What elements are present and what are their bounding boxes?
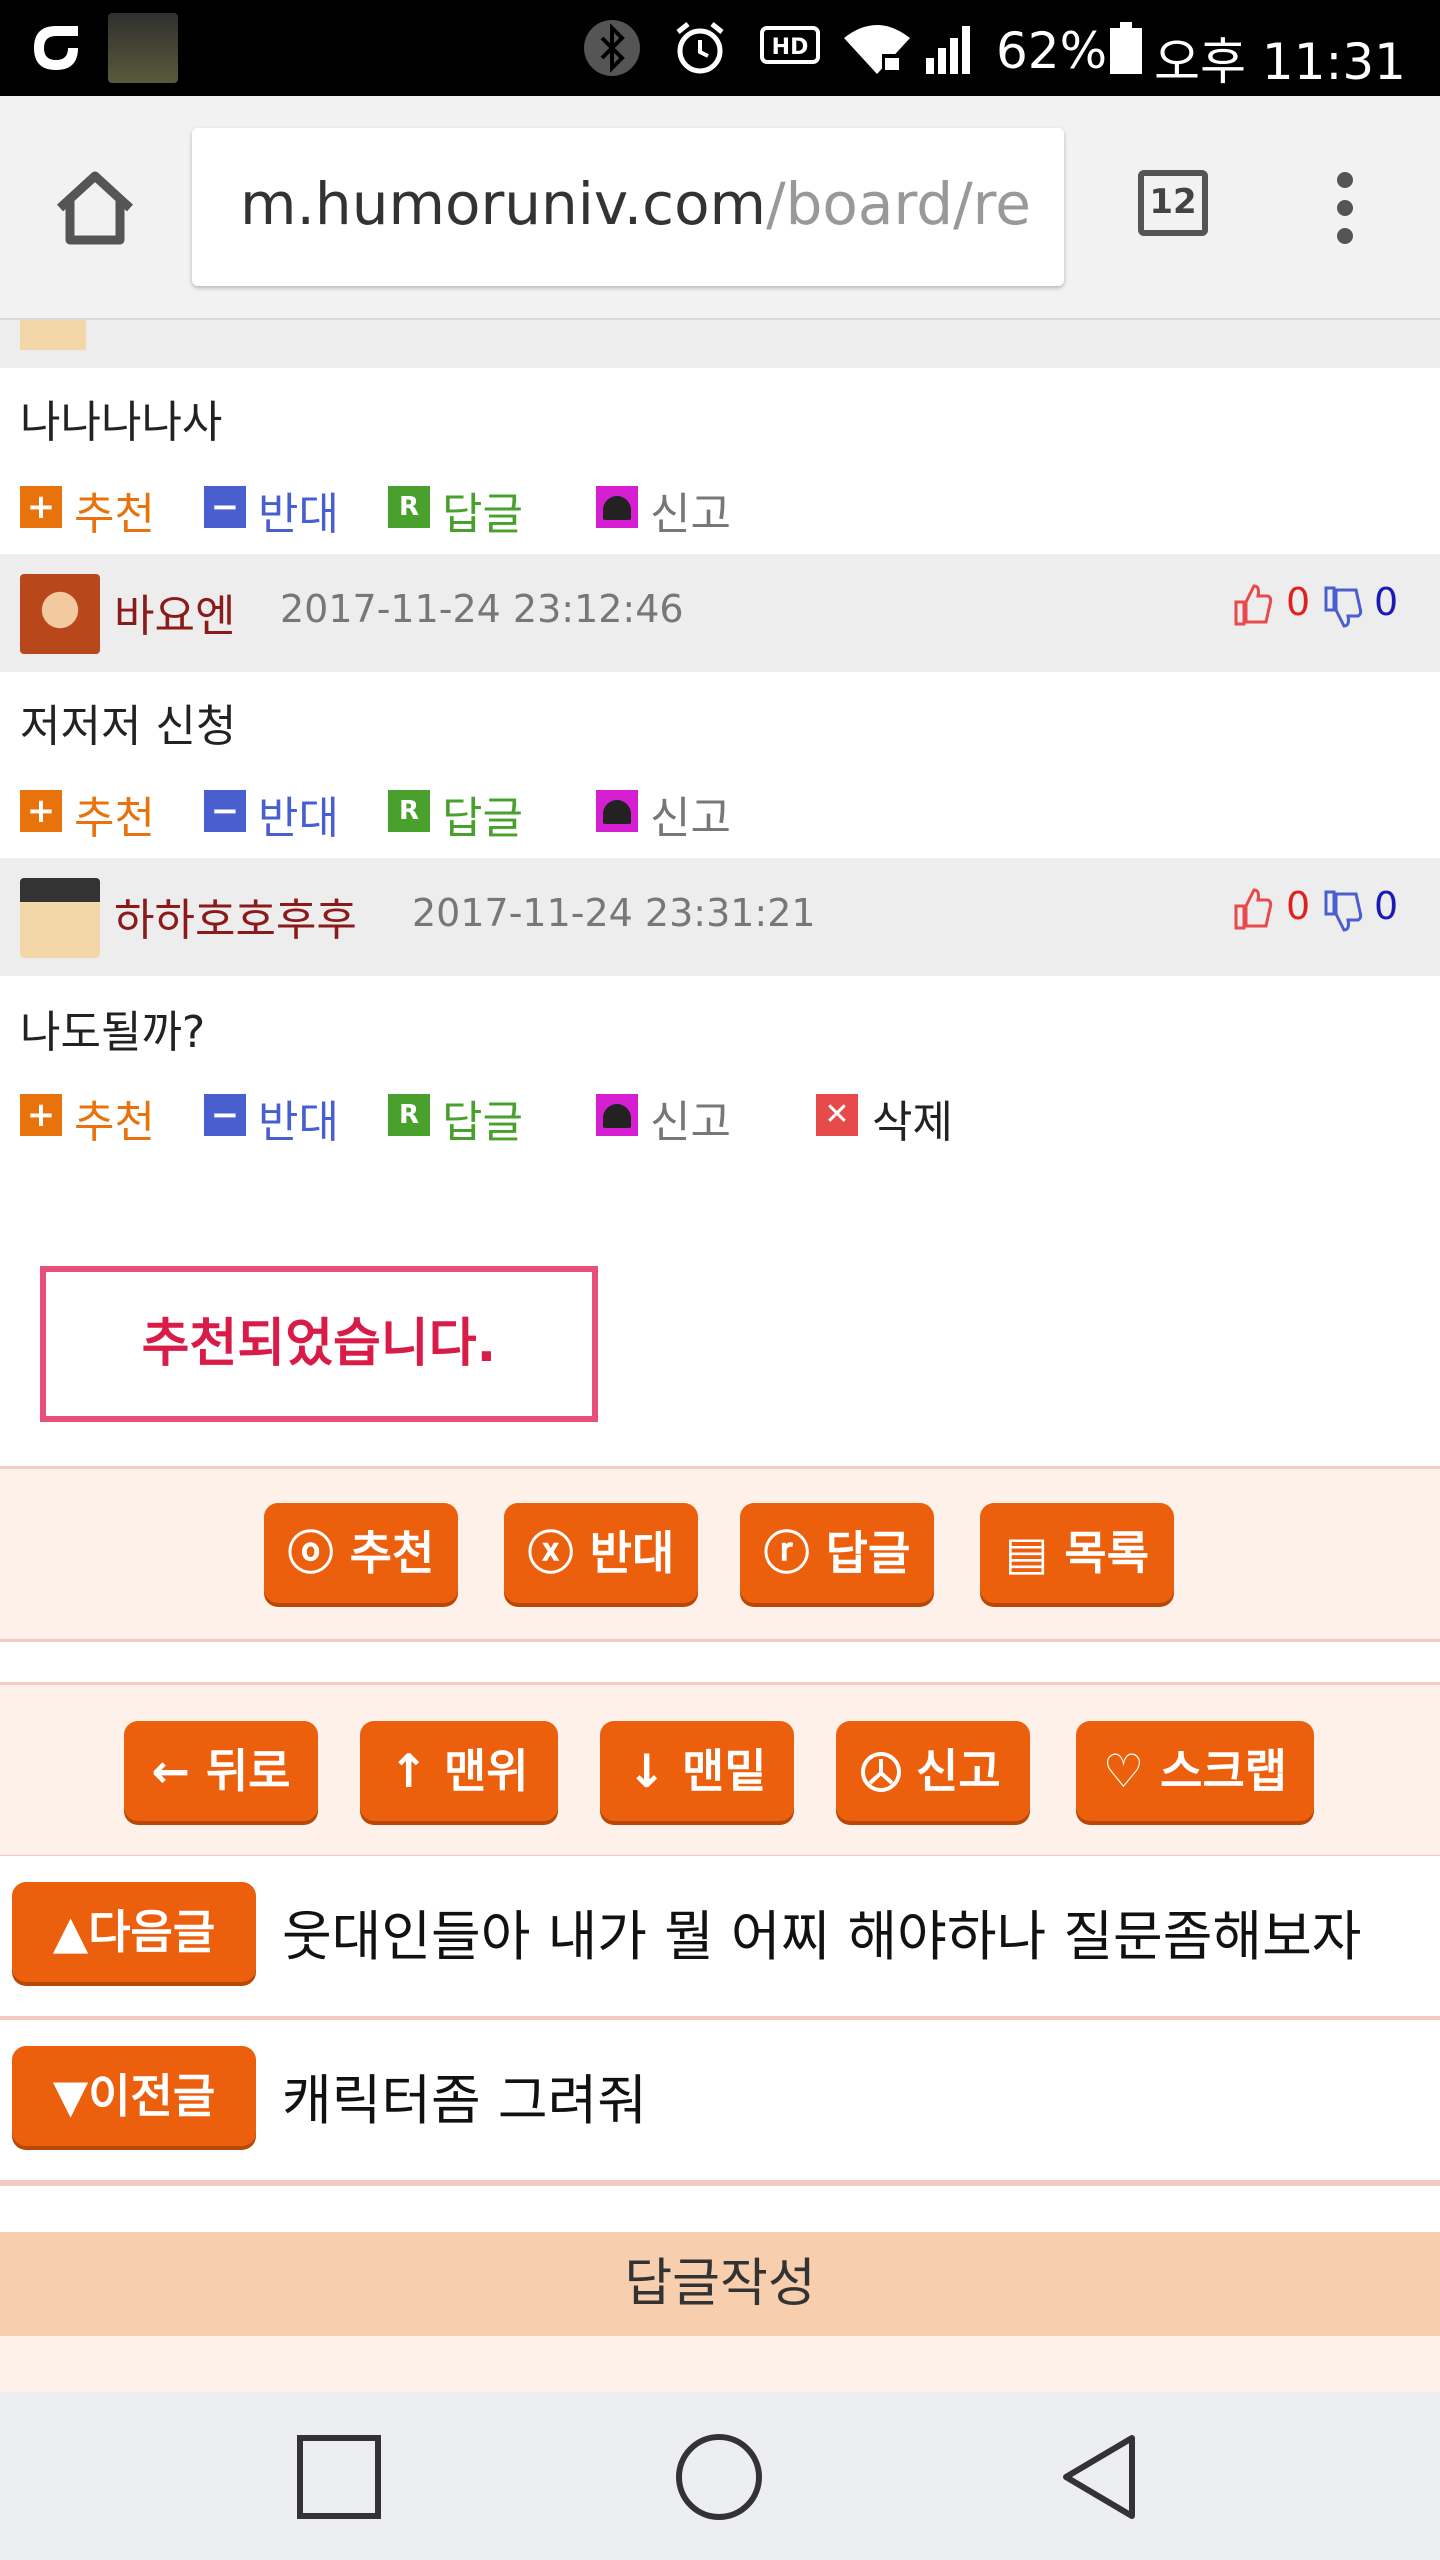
- next-post-row[interactable]: ▲다음글 웃대인들아 내가 뭘 어찌 해야하나 질문좀해보자: [0, 1856, 1440, 2020]
- scrap-button[interactable]: ♡ 스크랩: [1076, 1721, 1314, 1821]
- next-post-button[interactable]: ▲다음글: [12, 1882, 256, 1982]
- home-icon[interactable]: [52, 168, 138, 248]
- reply-write-header[interactable]: 답글작성: [0, 2232, 1440, 2336]
- bottom-button[interactable]: ↓ 맨밑: [600, 1721, 794, 1821]
- comment-actions: + 추천 − 반대 R 답글 신고: [0, 476, 1440, 540]
- thumbs-down-icon[interactable]: [1322, 890, 1364, 934]
- recommend-label: 추천: [74, 1097, 155, 1148]
- siren-icon: [596, 486, 638, 528]
- like-count: 0: [1286, 580, 1311, 624]
- top-button[interactable]: ↑ 맨위: [360, 1721, 558, 1821]
- bluetooth-icon: [584, 20, 640, 76]
- status-bar: HD 62% 오후 11:31: [0, 0, 1440, 96]
- comment-body: 나나나나사: [20, 397, 223, 448]
- plus-icon: +: [20, 486, 62, 528]
- next-post-title[interactable]: 웃대인들아 내가 뭘 어찌 해야하나 질문좀해보자: [282, 1892, 1361, 1971]
- report-circle-icon: [861, 1752, 901, 1792]
- recent-apps-icon[interactable]: [296, 2434, 382, 2520]
- comment-header: 하하호호후후 2017-11-24 23:31:21 0 0: [0, 858, 1440, 976]
- page-nav-bar: ← 뒤로 ↑ 맨위 ↓ 맨밑 신고 ♡ 스크랩: [0, 1682, 1440, 1858]
- thumbs-up-icon[interactable]: [1232, 582, 1274, 626]
- plus-icon: +: [20, 1094, 62, 1136]
- battery-icon: [1110, 22, 1142, 74]
- recommend-button[interactable]: ⓞ 추천: [264, 1503, 458, 1603]
- wifi-icon: [844, 25, 910, 74]
- minus-icon: −: [204, 486, 246, 528]
- reply-r-icon: R: [388, 486, 430, 528]
- comment-body: 나도될까?: [20, 1007, 206, 1058]
- reply-label: 답글: [442, 1097, 523, 1148]
- tab-switcher-button[interactable]: 12: [1138, 170, 1208, 236]
- siren-icon: [596, 790, 638, 832]
- opera-icon: [34, 26, 78, 70]
- prev-post-row[interactable]: ▼이전글 캐릭터좀 그려줘: [0, 2020, 1440, 2186]
- comment-author[interactable]: 바요엔: [114, 580, 235, 644]
- siren-icon: [596, 1094, 638, 1136]
- minus-icon: −: [204, 1094, 246, 1136]
- reply-button[interactable]: ⓡ 답글: [740, 1503, 934, 1603]
- reply-r-icon: R: [388, 1094, 430, 1136]
- avatar: [20, 878, 100, 958]
- report-label: 신고: [650, 1097, 731, 1148]
- plus-icon: +: [20, 790, 62, 832]
- comment-header-partial: [0, 320, 1440, 368]
- reply-area-top: [0, 2336, 1440, 2392]
- thumbs-down-icon[interactable]: [1322, 586, 1364, 630]
- thumbs-up-icon[interactable]: [1232, 886, 1274, 930]
- report-button[interactable]: 신고: [836, 1721, 1030, 1821]
- oppose-label: 반대: [258, 793, 339, 844]
- report-label: 신고: [650, 793, 731, 844]
- comment-date: 2017-11-24 23:31:21: [412, 891, 816, 935]
- delete-label: 삭제: [872, 1097, 953, 1148]
- recommend-notice: 추천되었습니다.: [40, 1266, 598, 1422]
- back-triangle-icon[interactable]: [1060, 2432, 1140, 2522]
- menu-dots-icon[interactable]: [1330, 170, 1360, 246]
- recommend-label: 추천: [74, 489, 155, 540]
- back-button[interactable]: ← 뒤로: [124, 1721, 318, 1821]
- comment-actions: + 추천 − 반대 R 답글 신고 ✕ 삭제: [0, 1084, 1440, 1148]
- list-button[interactable]: ▤ 목록: [980, 1503, 1174, 1603]
- report-button-label: 신고: [916, 1744, 1001, 1798]
- signal-icon: [926, 26, 970, 74]
- clock: 오후 11:31: [1154, 33, 1406, 91]
- fifa-online-icon: [108, 13, 178, 83]
- dislike-count: 0: [1374, 884, 1399, 928]
- minus-icon: −: [204, 790, 246, 832]
- reply-label: 답글: [442, 489, 523, 540]
- prev-post-title[interactable]: 캐릭터좀 그려줘: [282, 2056, 647, 2135]
- oppose-label: 반대: [258, 1097, 339, 1148]
- avatar: [20, 574, 100, 654]
- comment-header: 바요엔 2017-11-24 23:12:46 0 0: [0, 554, 1440, 672]
- url-path: /board/re: [766, 170, 1030, 238]
- comment-author[interactable]: 하하호호후후: [114, 884, 357, 948]
- recommend-label: 추천: [74, 793, 155, 844]
- reply-r-icon: R: [388, 790, 430, 832]
- report-label: 신고: [650, 489, 731, 540]
- oppose-button[interactable]: ⓧ 반대: [504, 1503, 698, 1603]
- avatar: [20, 320, 86, 350]
- comment-date: 2017-11-24 23:12:46: [280, 587, 684, 631]
- comment-actions: + 추천 − 반대 R 답글 신고: [0, 780, 1440, 844]
- home-circle-icon[interactable]: [674, 2432, 764, 2522]
- hd-icon: HD: [760, 26, 820, 64]
- oppose-label: 반대: [258, 489, 339, 540]
- reply-label: 답글: [442, 793, 523, 844]
- article-action-bar: ⓞ 추천 ⓧ 반대 ⓡ 답글 ▤ 목록: [0, 1466, 1440, 1642]
- like-count: 0: [1286, 884, 1311, 928]
- battery-percent: 62%: [996, 22, 1108, 80]
- alarm-icon: [676, 22, 724, 74]
- comment-body: 저저저 신청: [20, 701, 237, 752]
- prev-post-button[interactable]: ▼이전글: [12, 2046, 256, 2146]
- dislike-count: 0: [1374, 580, 1399, 624]
- url-text[interactable]: m.humoruniv.com/board/re: [240, 170, 1030, 238]
- close-icon: ✕: [816, 1094, 858, 1136]
- url-domain: m.humoruniv.com: [240, 170, 767, 238]
- system-nav-bar: [0, 2392, 1440, 2560]
- svg-text:HD: HD: [772, 35, 809, 60]
